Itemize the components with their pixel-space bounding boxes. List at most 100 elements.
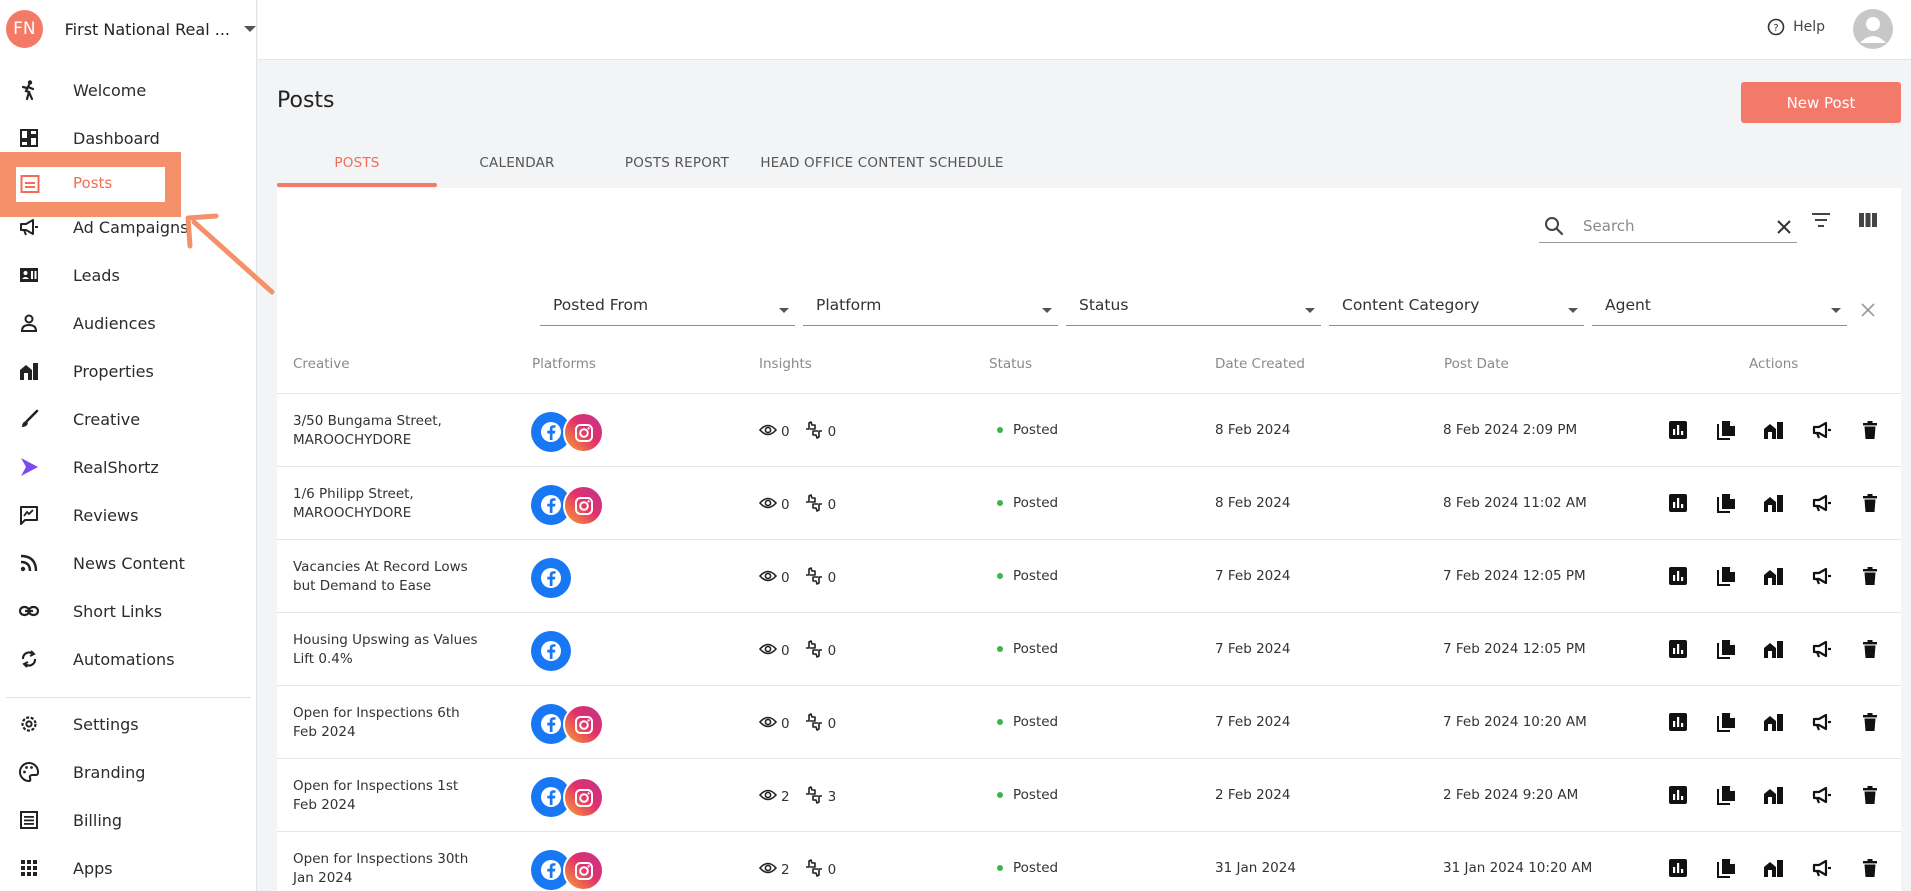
creative-title[interactable]: 3/50 Bungama Street, MAROOCHYDORE [293,412,483,450]
insights-chart-icon[interactable] [1666,418,1690,442]
status-dot [997,573,1003,579]
delete-icon[interactable] [1858,637,1882,661]
view-columns-icon[interactable] [1857,209,1879,231]
table-row[interactable]: Open for Inspections 6th Feb 2024 0 0 Poste… [277,685,1901,758]
status-badge: Posted [997,495,1058,511]
table-row[interactable]: Vacancies At Record Lows but Demand to E… [277,539,1901,612]
sidebar-item-label: Dashboard [73,128,160,148]
property-icon[interactable] [1762,637,1786,661]
delete-icon[interactable] [1858,418,1882,442]
tab-calendar[interactable]: CALENDAR [437,150,597,188]
filter-platform[interactable]: Platform [803,288,1058,326]
megaphone-icon[interactable] [1810,783,1834,807]
status-badge: Posted [997,422,1058,438]
insights-chart-icon[interactable] [1666,491,1690,515]
rss-icon [18,552,40,574]
property-icon[interactable] [1762,710,1786,734]
filter-agent[interactable]: Agent [1592,288,1847,326]
table-row[interactable]: 1/6 Philipp Street, MAROOCHYDORE 0 0 Posted… [277,466,1901,539]
duplicate-icon[interactable] [1714,418,1738,442]
megaphone-icon[interactable] [1810,491,1834,515]
table-row[interactable]: Open for Inspections 30th Jan 2024 2 0 Post… [277,831,1901,891]
sidebar-item-properties[interactable]: Properties [0,347,257,395]
insights-cell: 00 [758,494,850,516]
creative-title[interactable]: Open for Inspections 30th Jan 2024 [293,850,483,888]
platforms-cell [531,631,571,671]
duplicate-icon[interactable] [1714,783,1738,807]
table-row[interactable]: Open for Inspections 1st Feb 2024 2 3 Poste… [277,758,1901,831]
sidebar-item-realshortz[interactable]: RealShortz [0,443,257,491]
platforms-cell [531,558,571,598]
property-icon[interactable] [1762,856,1786,880]
post-date: 8 Feb 2024 2:09 PM [1443,422,1578,438]
delete-icon[interactable] [1858,491,1882,515]
sidebar-item-billing[interactable]: Billing [0,796,257,844]
delete-icon[interactable] [1858,783,1882,807]
filter-content-category[interactable]: Content Category [1329,288,1584,326]
property-icon[interactable] [1762,564,1786,588]
table-row[interactable]: 3/50 Bungama Street, MAROOCHYDORE 0 0 Poste… [277,393,1901,466]
sidebar-item-reviews[interactable]: Reviews [0,491,257,539]
megaphone-icon[interactable] [1810,564,1834,588]
delete-icon[interactable] [1858,856,1882,880]
megaphone-icon[interactable] [1810,418,1834,442]
creative-title[interactable]: 1/6 Philipp Street, MAROOCHYDORE [293,485,483,523]
tab-posts-report[interactable]: POSTS REPORT [597,150,757,188]
table-row[interactable]: Housing Upswing as Values Lift 0.4% 0 0 Pos… [277,612,1901,685]
search-field[interactable] [1539,211,1797,243]
walking-person-icon [18,79,40,101]
tab-head-office-content-schedule[interactable]: HEAD OFFICE CONTENT SCHEDULE [757,150,1007,188]
user-avatar[interactable] [1853,9,1893,49]
duplicate-icon[interactable] [1714,491,1738,515]
clear-search-icon[interactable] [1775,218,1793,236]
sidebar-item-label: Welcome [73,80,147,100]
delete-icon[interactable] [1858,564,1882,588]
insights-chart-icon[interactable] [1666,783,1690,807]
insights-chart-icon[interactable] [1666,637,1690,661]
sidebar-item-automations[interactable]: Automations [0,635,257,683]
sidebar-item-apps[interactable]: Apps [0,844,257,891]
property-icon[interactable] [1762,491,1786,515]
filter-list-icon[interactable] [1810,209,1832,231]
status-dot [997,427,1003,433]
delete-icon[interactable] [1858,710,1882,734]
filter-status[interactable]: Status [1066,288,1321,326]
row-actions [1666,783,1906,807]
duplicate-icon[interactable] [1714,856,1738,880]
megaphone-icon[interactable] [1810,856,1834,880]
sidebar-item-news-content[interactable]: News Content [0,539,257,587]
duplicate-icon[interactable] [1714,637,1738,661]
creative-title[interactable]: Open for Inspections 1st Feb 2024 [293,777,483,815]
insights-chart-icon[interactable] [1666,564,1690,588]
org-switcher[interactable]: FN First National Real ... [0,0,256,58]
new-post-button[interactable]: New Post [1741,82,1901,123]
contact-card-icon [18,264,40,286]
sidebar-item-branding[interactable]: Branding [0,748,257,796]
sidebar-item-short-links[interactable]: Short Links [0,587,257,635]
sidebar-item-settings[interactable]: Settings [0,700,257,748]
sidebar-item-audiences[interactable]: Audiences [0,299,257,347]
property-icon[interactable] [1762,418,1786,442]
creative-title[interactable]: Housing Upswing as Values Lift 0.4% [293,631,483,669]
views-icon [758,715,778,733]
search-input[interactable] [1583,215,1763,237]
filter-posted-from[interactable]: Posted From [540,288,795,326]
duplicate-icon[interactable] [1714,710,1738,734]
insights-chart-icon[interactable] [1666,710,1690,734]
help-link[interactable]: ? Help [1767,18,1825,36]
clear-filters-icon[interactable] [1860,302,1876,318]
caret-down-icon [244,26,256,32]
property-icon[interactable] [1762,783,1786,807]
sidebar-item-welcome[interactable]: Welcome [0,66,257,114]
insights-chart-icon[interactable] [1666,856,1690,880]
creative-title[interactable]: Open for Inspections 6th Feb 2024 [293,704,483,742]
creative-title[interactable]: Vacancies At Record Lows but Demand to E… [293,558,483,596]
column-header-date-created: Date Created [1215,356,1305,372]
megaphone-icon[interactable] [1810,637,1834,661]
filter-label: Platform [816,296,882,314]
duplicate-icon[interactable] [1714,564,1738,588]
sidebar-item-creative[interactable]: Creative [0,395,257,443]
caret-down-icon [1305,308,1315,313]
status-dot [997,646,1003,652]
megaphone-icon[interactable] [1810,710,1834,734]
